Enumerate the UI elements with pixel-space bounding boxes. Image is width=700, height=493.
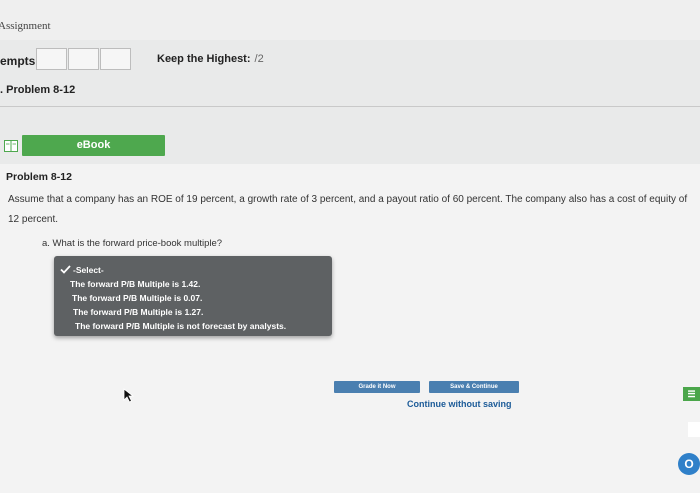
question-a: a. What is the forward price-book multip…	[42, 238, 223, 249]
dropdown-option[interactable]: The forward P/B Multiple is 1.27.	[73, 307, 203, 317]
side-circle-button[interactable]: O	[678, 453, 700, 475]
keep-highest-score: /2	[254, 53, 264, 65]
attempt-box	[36, 48, 67, 70]
check-icon	[60, 265, 71, 274]
problem-title: Problem 8-12	[6, 171, 72, 183]
side-menu-button[interactable]: ☰	[683, 387, 700, 401]
save-continue-button[interactable]: Save & Continue	[429, 381, 519, 393]
keep-highest-label: Keep the Highest:	[157, 53, 251, 65]
grade-it-now-button[interactable]: Grade it Now	[334, 381, 420, 393]
dropdown-option[interactable]: The forward P/B Multiple is 1.42.	[70, 279, 200, 289]
top-bar	[0, 0, 700, 40]
divider	[0, 106, 700, 107]
attempts-label: empts:	[0, 54, 40, 68]
dropdown-option[interactable]: The forward P/B Multiple is not forecast…	[75, 321, 286, 331]
book-icon[interactable]	[4, 140, 18, 152]
keep-highest: Keep the Highest:/2	[157, 53, 264, 65]
problem-text: Assume that a company has an ROE of 19 p…	[8, 194, 688, 225]
assignment-link[interactable]: Assignment	[0, 20, 51, 32]
continue-without-saving-link[interactable]: Continue without saving	[407, 399, 512, 409]
dropdown-option[interactable]: -Select-	[73, 265, 104, 275]
answer-dropdown-menu[interactable]: -Select- The forward P/B Multiple is 1.4…	[54, 256, 332, 336]
attempt-boxes	[36, 48, 132, 70]
cursor-icon	[123, 388, 135, 403]
dropdown-option[interactable]: The forward P/B Multiple is 0.07.	[72, 293, 202, 303]
attempt-box	[68, 48, 99, 70]
attempt-box	[100, 48, 131, 70]
side-panel-tab[interactable]	[688, 422, 700, 437]
problem-heading: . Problem 8-12	[0, 84, 76, 96]
ebook-button[interactable]: eBook	[22, 135, 165, 156]
